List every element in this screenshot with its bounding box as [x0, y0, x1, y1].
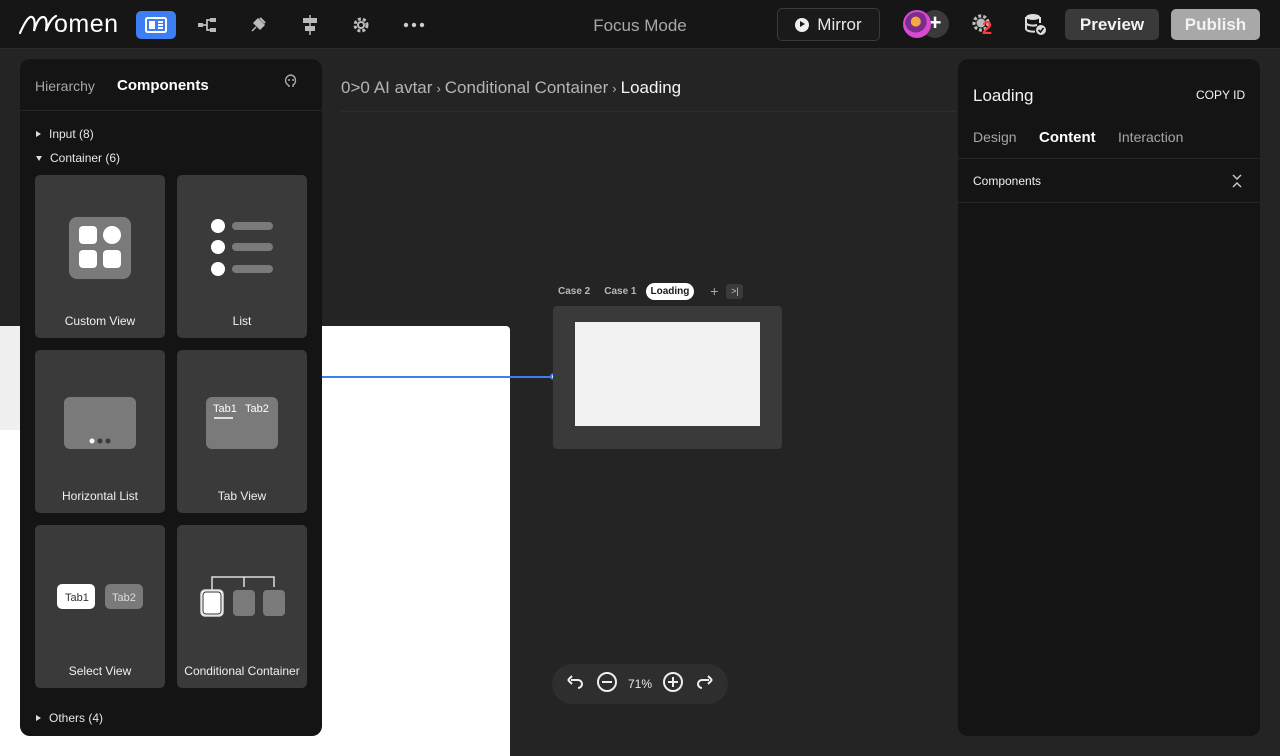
notification-badge: 2	[982, 18, 993, 38]
select-view-icon: Tab1 Tab2	[35, 525, 165, 655]
chevron-right-icon: ›	[436, 80, 441, 96]
connector-line	[322, 376, 554, 378]
case-tabs: Case 2 Case 1 Loading + >|	[553, 283, 744, 300]
tab-content[interactable]: Content	[1039, 129, 1096, 146]
zoom-toolbar: 71%	[552, 664, 728, 704]
plugin-icon[interactable]	[238, 11, 278, 39]
logo-text: omen	[54, 9, 119, 38]
expand-arrow-icon	[36, 715, 41, 721]
horizontal-list-icon	[35, 350, 165, 480]
breadcrumb-item[interactable]: AI avtar	[374, 78, 433, 98]
properties-panel: Loading COPY ID Design Content Interacti…	[958, 59, 1260, 736]
hierarchy-tree-icon[interactable]	[187, 11, 227, 39]
zoom-level: 71%	[627, 677, 652, 691]
group-others[interactable]: Others (4)	[36, 711, 103, 725]
breadcrumb: 0>0 AI avtar › Conditional Container › L…	[341, 78, 681, 98]
group-container[interactable]: Container (6)	[36, 151, 120, 165]
chevron-right-icon: ›	[612, 80, 617, 96]
svg-text:Tab2: Tab2	[245, 403, 269, 415]
publish-button[interactable]: Publish	[1171, 9, 1260, 40]
copy-id-button[interactable]: COPY ID	[1196, 88, 1245, 102]
case-tab[interactable]: Case 1	[599, 283, 641, 300]
group-input[interactable]: Input (8)	[36, 127, 94, 141]
mirror-button[interactable]: Mirror	[777, 8, 880, 41]
card-label: Horizontal List	[61, 489, 139, 503]
breadcrumb-prefix[interactable]: 0>0	[341, 78, 370, 98]
breadcrumb-item[interactable]: Conditional Container	[445, 78, 609, 98]
component-card-custom-view[interactable]: Custom View	[35, 175, 165, 338]
panel-tabs: Hierarchy Components	[20, 59, 322, 111]
add-case-icon[interactable]: +	[706, 283, 722, 300]
tab-hierarchy[interactable]: Hierarchy	[35, 78, 95, 94]
group-label: Others (4)	[49, 711, 104, 725]
database-status-icon[interactable]	[1023, 12, 1047, 41]
component-card-tab-view[interactable]: Tab1 Tab2 Tab View	[177, 350, 307, 513]
expand-arrow-icon	[36, 131, 41, 137]
more-options-icon[interactable]	[394, 11, 434, 39]
component-card-select-view[interactable]: Tab1 Tab2 Select View	[35, 525, 165, 688]
svg-text:Tab1: Tab1	[213, 403, 237, 415]
list-icon	[177, 175, 307, 305]
case-tab[interactable]: Case 2	[553, 283, 595, 300]
card-label: Conditional Container	[184, 664, 300, 678]
card-label: List	[232, 314, 252, 328]
collapse-section-icon[interactable]	[1230, 173, 1244, 194]
divider	[341, 111, 956, 112]
case-tab-active[interactable]: Loading	[645, 283, 695, 300]
github-icon[interactable]	[284, 74, 298, 93]
undo-icon[interactable]	[565, 672, 585, 697]
zoom-in-icon[interactable]	[662, 671, 684, 698]
group-label: Input (8)	[49, 127, 94, 141]
momen-logo[interactable]: omen	[18, 8, 119, 40]
component-card-list[interactable]: List	[177, 175, 307, 338]
top-bar: omen Focus Mode Mirror + 2 Preview Publi…	[0, 0, 1280, 49]
redo-icon[interactable]	[695, 672, 715, 697]
selected-component-title: Loading	[973, 86, 1034, 105]
component-card-horizontal-list[interactable]: Horizontal List	[35, 350, 165, 513]
section-components-label[interactable]: Components	[973, 174, 1041, 188]
divider	[958, 158, 1260, 159]
group-label: Container (6)	[50, 151, 121, 165]
card-label: Tab View	[217, 489, 267, 503]
svg-text:Tab2: Tab2	[112, 592, 136, 604]
user-avatar[interactable]	[903, 10, 931, 38]
svg-text:Tab1: Tab1	[65, 592, 89, 604]
tab-components[interactable]: Components	[117, 77, 209, 94]
collapse-cases-icon[interactable]: >|	[726, 284, 744, 299]
settings-gear-icon[interactable]	[341, 11, 381, 39]
layout-panel-icon[interactable]	[136, 11, 176, 39]
logo-m-icon	[18, 14, 58, 35]
breadcrumb-current: Loading	[620, 78, 682, 97]
tab-view-icon: Tab1 Tab2	[177, 350, 307, 480]
card-label: Select View	[68, 664, 132, 678]
component-card-conditional-container[interactable]: Conditional Container	[177, 525, 307, 688]
custom-view-icon	[35, 175, 165, 305]
components-panel: Hierarchy Components Input (8) Container…	[20, 59, 322, 736]
tab-design[interactable]: Design	[973, 129, 1017, 145]
conditional-container-icon	[177, 525, 307, 655]
mirror-label: Mirror	[817, 14, 862, 34]
divider	[958, 202, 1260, 203]
zoom-out-icon[interactable]	[596, 671, 618, 698]
tab-interaction[interactable]: Interaction	[1118, 129, 1183, 145]
align-icon[interactable]	[290, 11, 330, 39]
focus-mode-label[interactable]: Focus Mode	[540, 16, 740, 36]
conditional-container-node[interactable]	[553, 306, 782, 449]
card-label: Custom View	[64, 314, 136, 328]
loading-case-content[interactable]	[575, 322, 760, 426]
play-icon	[795, 17, 810, 32]
preview-button[interactable]: Preview	[1065, 9, 1159, 40]
collapse-arrow-icon	[36, 155, 42, 161]
